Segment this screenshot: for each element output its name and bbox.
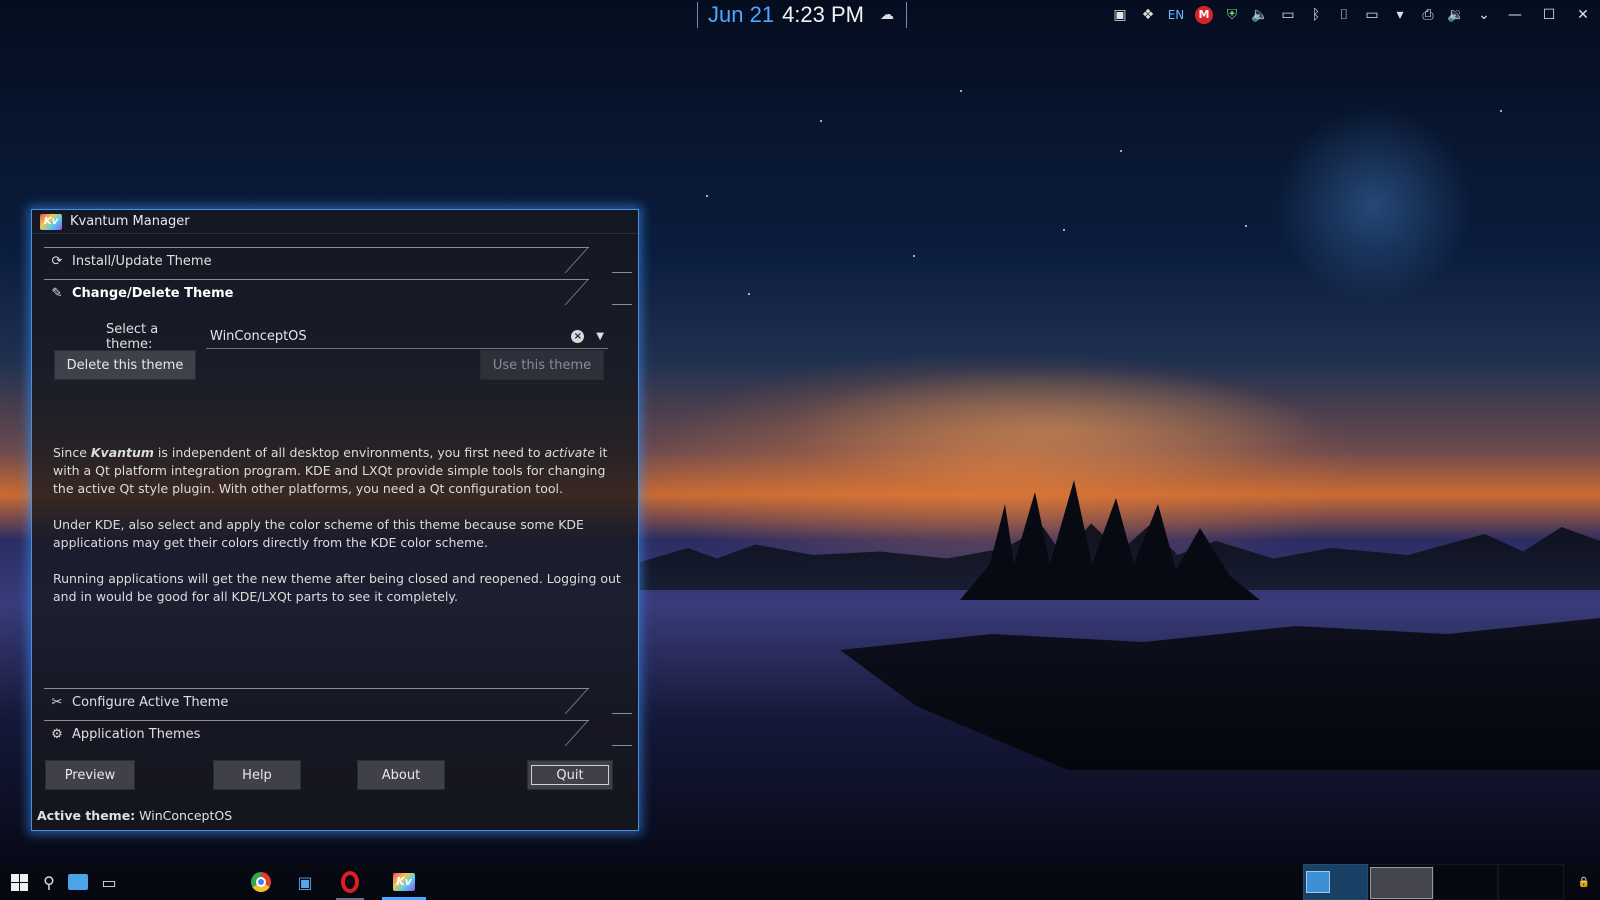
desktop-pager-4[interactable] xyxy=(1498,864,1564,900)
taskbar-app-kvantum[interactable]: Kv xyxy=(382,866,426,900)
taskbar-app-notes[interactable]: ▣ xyxy=(288,866,322,898)
section-label: Install/Update Theme xyxy=(72,253,212,269)
top-panel: Jun 21 4:23 PM ☁ ▣ ❖ EN M ⛨ 🔈 ▭ ᛒ ⌷ ▭ ▾ … xyxy=(0,0,1600,30)
install-icon: ⟳ xyxy=(51,253,63,269)
time-label: 4:23 PM xyxy=(782,2,864,27)
section-configure-active-theme[interactable]: ✂ Configure Active Theme xyxy=(44,688,632,716)
speaker-icon[interactable]: 🔉 xyxy=(1442,7,1470,23)
clear-icon[interactable]: × xyxy=(571,330,585,343)
dropbox-icon[interactable]: ❖ xyxy=(1134,7,1162,23)
status-bar: Active theme: WinConceptOS xyxy=(37,808,232,823)
select-theme-label: Select a theme: xyxy=(106,322,159,352)
desktop-pager-1[interactable] xyxy=(1303,864,1368,900)
wifi-icon[interactable]: ▾ xyxy=(1386,7,1414,23)
keyboard-layout-indicator[interactable]: EN xyxy=(1162,8,1190,22)
usb-icon[interactable]: ⌷ xyxy=(1330,7,1358,23)
bluetooth-icon[interactable]: ᛒ xyxy=(1302,7,1330,23)
clock-widget[interactable]: Jun 21 4:23 PM ☁ xyxy=(697,2,907,28)
shield-icon[interactable]: ⛨ xyxy=(1218,7,1246,23)
dropdown-arrow-icon[interactable]: ▼ xyxy=(596,331,604,342)
section-application-themes[interactable]: ⚙ Application Themes xyxy=(44,720,632,748)
desktop-pager-2[interactable] xyxy=(1368,864,1433,900)
task-view-button[interactable]: ▭ xyxy=(94,866,124,898)
maximize-icon[interactable]: ☐ xyxy=(1532,7,1566,23)
section-change-delete-theme[interactable]: ✎ Change/Delete Theme xyxy=(44,279,632,307)
status-label: Active theme: xyxy=(37,808,136,823)
volume-icon[interactable]: 🔈 xyxy=(1246,7,1274,23)
kvantum-icon: Kv xyxy=(393,873,415,891)
search-button[interactable]: ⚲ xyxy=(36,866,62,898)
taskbar-app-opera[interactable] xyxy=(330,866,370,900)
opera-icon xyxy=(341,871,359,893)
display-icon[interactable]: ▭ xyxy=(1358,7,1386,23)
desktop-pager-3[interactable] xyxy=(1433,864,1498,900)
file-manager-button[interactable] xyxy=(64,866,92,898)
section-label: Configure Active Theme xyxy=(72,694,229,710)
chevron-down-icon[interactable]: ⌄ xyxy=(1470,7,1498,23)
start-button[interactable] xyxy=(4,866,34,898)
printer-icon[interactable]: ⎙ xyxy=(1414,7,1442,23)
tools-icon: ✂ xyxy=(51,694,63,710)
close-icon[interactable]: ✕ xyxy=(1566,7,1600,23)
brush-icon: ✎ xyxy=(51,285,63,301)
task-view-icon: ▭ xyxy=(101,872,117,892)
help-button[interactable]: Help xyxy=(213,760,301,790)
taskbar: ⚲ ▭ ▣ Kv 🔒 xyxy=(0,864,1600,900)
pager-window-thumbnail xyxy=(1306,871,1330,893)
theme-selector-row: Select a theme: WinConceptOS × ▼ xyxy=(106,322,608,352)
kvantum-manager-window: Kv Kvantum Manager ⟳ Install/Update Them… xyxy=(31,209,639,831)
chat-icon[interactable]: ▣ xyxy=(1106,7,1134,23)
lock-button[interactable]: 🔒 xyxy=(1572,866,1596,898)
date-label: Jun 21 xyxy=(708,2,775,27)
section-install-update-theme[interactable]: ⟳ Install/Update Theme xyxy=(44,247,632,275)
lock-icon: 🔒 xyxy=(1577,876,1591,888)
battery-icon[interactable]: ▭ xyxy=(1274,7,1302,23)
pager-window-thumbnail xyxy=(1370,867,1433,899)
quit-button[interactable]: Quit xyxy=(527,760,613,790)
window-title: Kvantum Manager xyxy=(70,214,190,229)
mail-icon[interactable]: M xyxy=(1195,6,1213,24)
status-value: WinConceptOS xyxy=(139,808,233,823)
system-tray: ▣ ❖ EN M ⛨ 🔈 ▭ ᛒ ⌷ ▭ ▾ ⎙ 🔉 ⌄ — ☐ ✕ xyxy=(1106,4,1600,26)
info-paragraph-3: Running applications will get the new th… xyxy=(53,571,621,604)
notes-icon: ▣ xyxy=(297,872,313,892)
section-label: Application Themes xyxy=(72,726,201,742)
gear-icon: ⚙ xyxy=(51,726,63,742)
theme-combobox[interactable]: WinConceptOS × ▼ xyxy=(206,325,608,349)
chrome-icon xyxy=(251,872,271,892)
info-text: Since Kvantum is independent of all desk… xyxy=(53,444,623,624)
delete-theme-button[interactable]: Delete this theme xyxy=(54,350,196,380)
weather-icon[interactable]: ☁ xyxy=(880,7,894,23)
use-theme-button[interactable]: Use this theme xyxy=(480,350,604,380)
file-manager-icon xyxy=(68,874,88,890)
preview-button[interactable]: Preview xyxy=(45,760,135,790)
info-paragraph-2: Under KDE, also select and apply the col… xyxy=(53,517,584,550)
minimize-icon[interactable]: — xyxy=(1498,7,1532,23)
search-icon: ⚲ xyxy=(43,872,55,892)
info-paragraph-1: Since Kvantum is independent of all desk… xyxy=(53,445,608,496)
taskbar-app-chrome[interactable] xyxy=(244,866,278,898)
start-icon xyxy=(10,873,28,891)
window-titlebar[interactable]: Kv Kvantum Manager xyxy=(32,210,638,234)
kvantum-logo-icon: Kv xyxy=(40,213,62,230)
section-label: Change/Delete Theme xyxy=(72,285,234,301)
about-button[interactable]: About xyxy=(357,760,445,790)
theme-combobox-value: WinConceptOS xyxy=(210,329,307,344)
